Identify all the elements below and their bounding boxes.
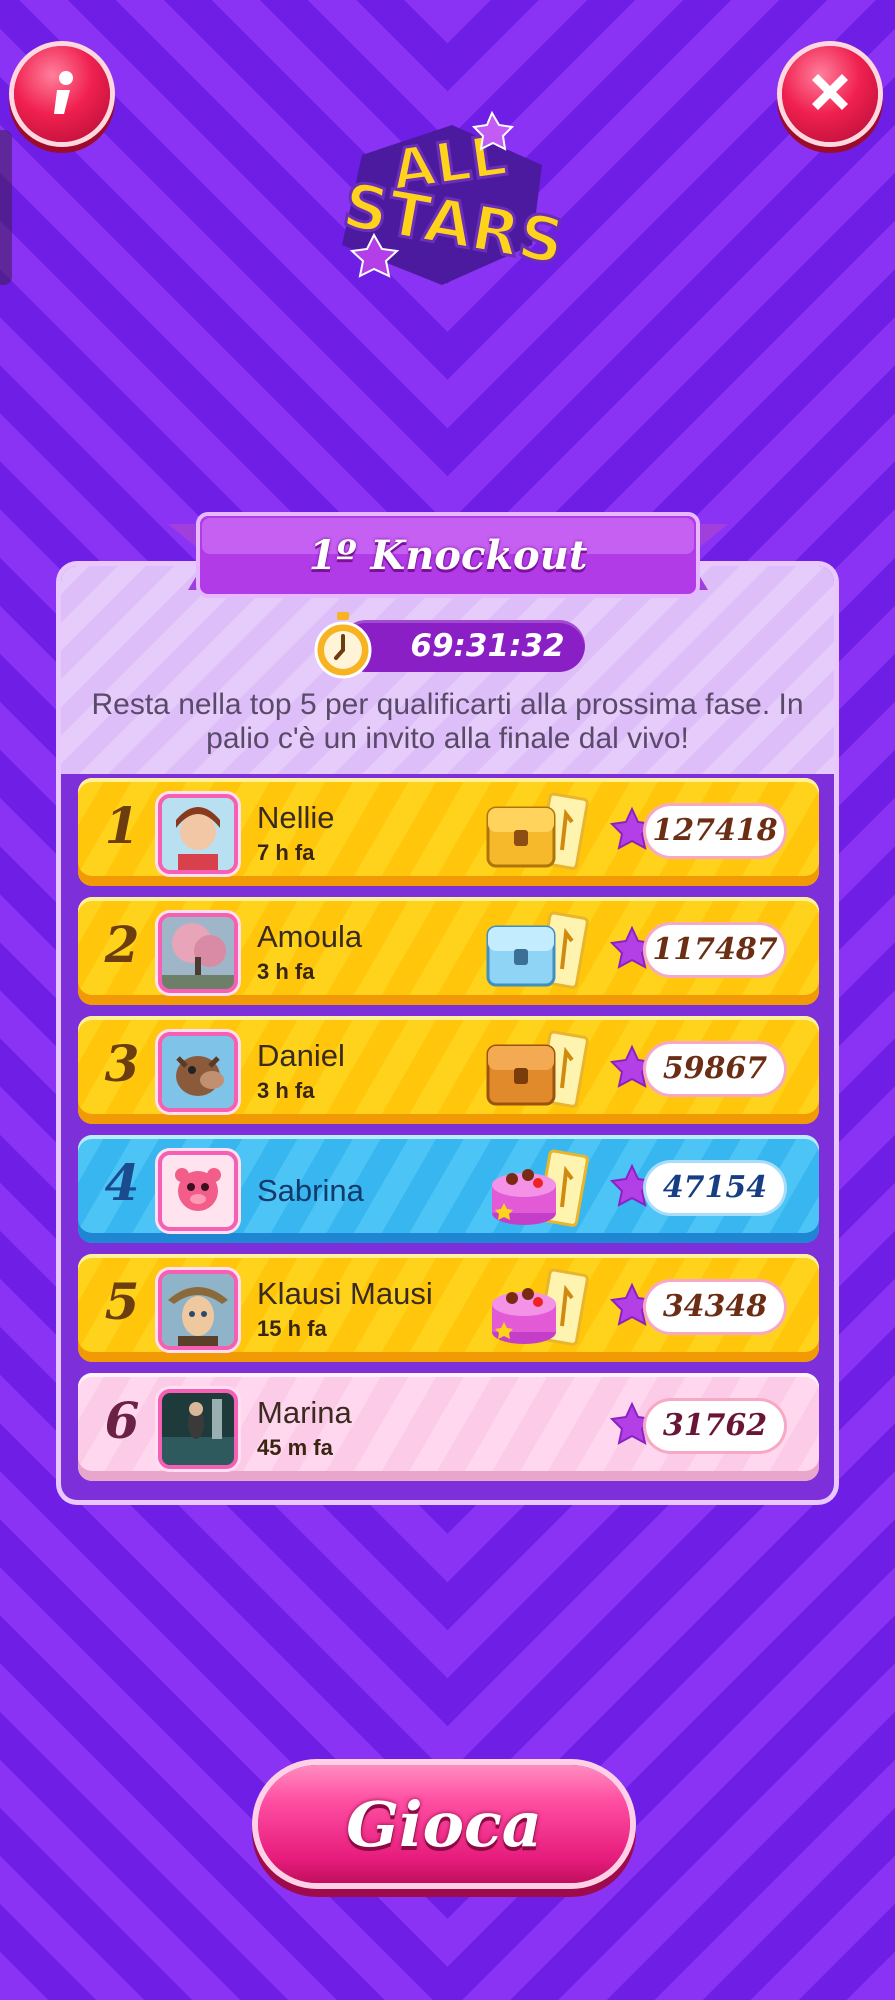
player-score: 31762 [646, 1401, 784, 1451]
player-name: Marina [257, 1395, 352, 1430]
rank-number: 6 [104, 1391, 140, 1450]
player-last-seen: 7 h fa [257, 840, 315, 865]
cake-icon [482, 1264, 602, 1356]
play-button-label: Gioca [346, 1787, 542, 1861]
player-score: 127418 [646, 806, 784, 856]
all-stars-logo: ALL STARS [322, 95, 571, 295]
player-name: Nellie [257, 800, 335, 835]
rank-number: 5 [104, 1272, 140, 1331]
close-button[interactable] [782, 46, 878, 142]
side-drawer-handle[interactable] [0, 130, 12, 285]
player-name: Klausi Mausi [257, 1276, 433, 1311]
close-icon [812, 74, 848, 110]
player-avatar [158, 1389, 238, 1469]
leaderboard-row-3[interactable]: 3 Daniel 3 h fa 59867 [78, 1016, 819, 1124]
player-score: 59867 [646, 1044, 784, 1094]
event-description: Resta nella top 5 per qualificarti alla … [91, 688, 804, 755]
leaderboard-row-6[interactable]: 6 Marina 45 m fa 31762 [78, 1373, 819, 1481]
play-button[interactable]: Gioca [258, 1765, 630, 1883]
event-title: 1º Knockout [308, 532, 588, 579]
leaderboard-row-5[interactable]: 5 Klausi Mausi 15 h fa 34348 [78, 1254, 819, 1362]
player-score: 47154 [646, 1163, 784, 1213]
rank-number: 2 [104, 915, 140, 974]
player-last-seen: 15 h fa [257, 1316, 327, 1341]
player-avatar [158, 1032, 238, 1112]
bronze-chest-icon [482, 1026, 602, 1118]
silver-chest-icon [482, 907, 602, 999]
player-last-seen: 3 h fa [257, 959, 315, 984]
cake-icon [482, 1145, 602, 1237]
info-button[interactable] [14, 46, 110, 142]
player-name: Sabrina [257, 1173, 364, 1208]
leaderboard-row-1[interactable]: 1 Nellie 7 h fa 127418 [78, 778, 819, 886]
player-name: Daniel [257, 1038, 345, 1073]
countdown-timer: 69:31:32 [340, 620, 585, 672]
rank-number: 1 [104, 796, 140, 855]
player-score: 117487 [646, 925, 784, 975]
player-avatar [158, 1151, 238, 1231]
player-avatar [158, 1270, 238, 1350]
info-icon [54, 71, 73, 114]
rank-number: 4 [104, 1153, 140, 1212]
player-avatar [158, 794, 238, 874]
leaderboard-row-4[interactable]: 4 Sabrina 47154 [78, 1135, 819, 1243]
player-last-seen: 45 m fa [257, 1435, 333, 1460]
player-last-seen: 3 h fa [257, 1078, 315, 1103]
player-name: Amoula [257, 919, 363, 954]
gold-chest-icon [482, 788, 602, 880]
timer-text: 69:31:32 [410, 628, 565, 664]
player-avatar [158, 913, 238, 993]
stopwatch-icon [314, 612, 372, 679]
leaderboard-row-2[interactable]: 2 Amoula 3 h fa 117487 [78, 897, 819, 1005]
player-score: 34348 [646, 1282, 784, 1332]
rank-number: 3 [104, 1034, 140, 1093]
event-title-ribbon: 1º Knockout [168, 510, 728, 610]
